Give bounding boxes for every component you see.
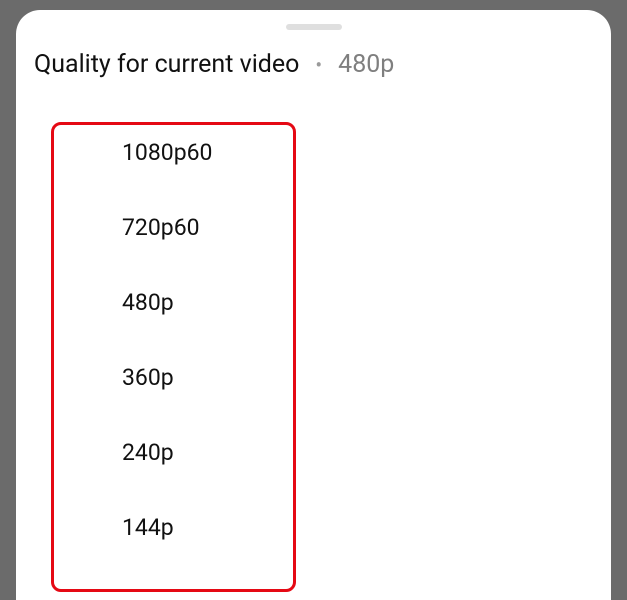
- option-label: 360p: [122, 364, 174, 391]
- option-label: 144p: [122, 514, 174, 541]
- quality-option-480p[interactable]: 480p: [16, 265, 611, 340]
- drag-handle[interactable]: [286, 24, 342, 30]
- quality-option-240p[interactable]: 240p: [16, 415, 611, 490]
- quality-options-list: 1080p60 720p60 480p 360p 240p 144p: [16, 97, 611, 565]
- current-quality-value: 480p: [338, 50, 394, 79]
- quality-option-1080p60[interactable]: 1080p60: [16, 115, 611, 190]
- option-label: 480p: [122, 289, 174, 316]
- sheet-header: Quality for current video • 480p: [16, 50, 611, 79]
- sheet-title: Quality for current video: [34, 50, 299, 79]
- quality-option-360p[interactable]: 360p: [16, 340, 611, 415]
- option-label: 720p60: [122, 214, 200, 241]
- option-label: 1080p60: [122, 139, 212, 166]
- separator-dot: •: [315, 55, 322, 75]
- quality-option-144p[interactable]: 144p: [16, 490, 611, 565]
- quality-bottom-sheet: Quality for current video • 480p 1080p60…: [16, 10, 611, 600]
- option-label: 240p: [122, 439, 174, 466]
- quality-option-720p60[interactable]: 720p60: [16, 190, 611, 265]
